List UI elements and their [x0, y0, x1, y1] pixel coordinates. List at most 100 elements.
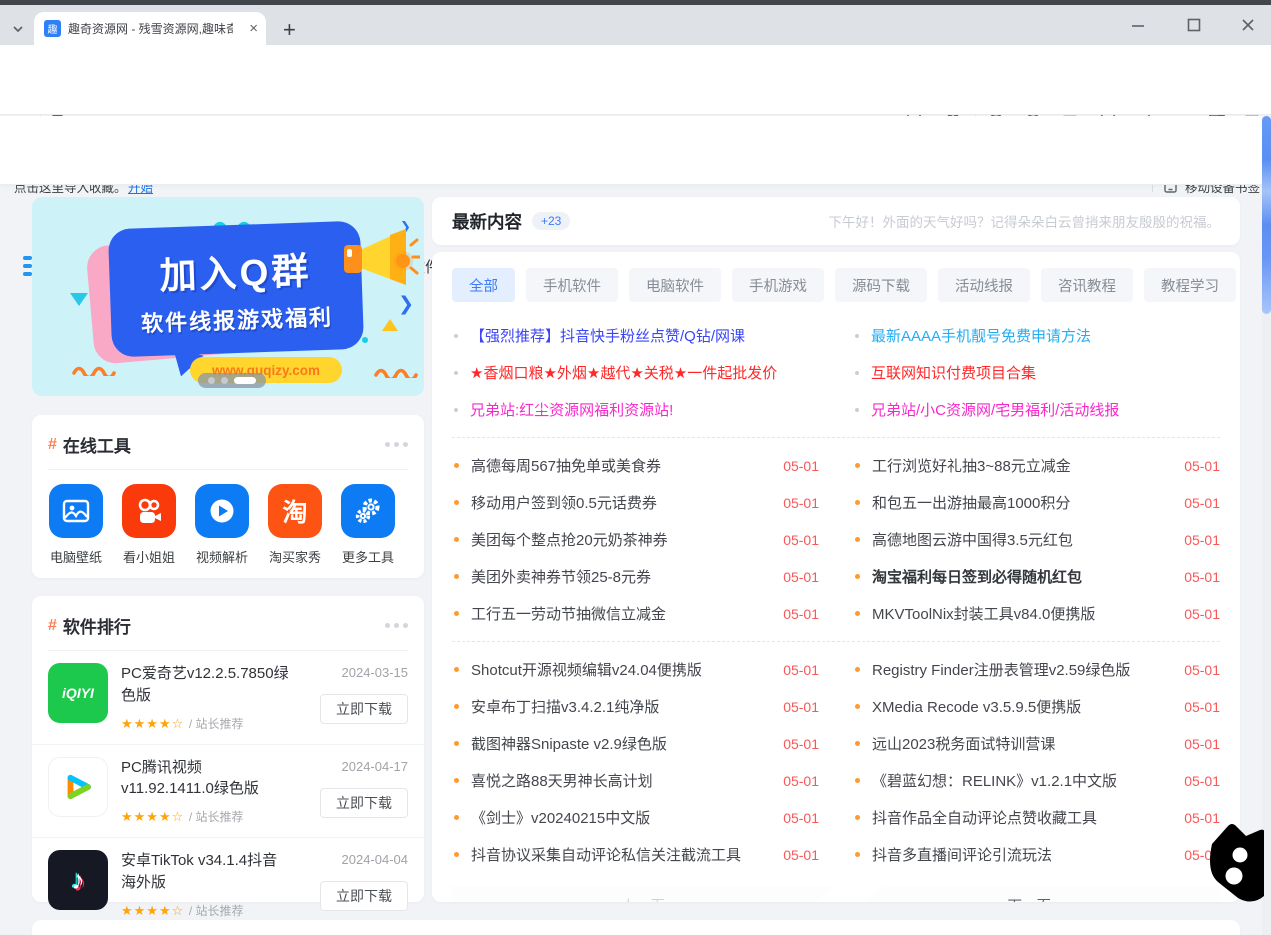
- article-row[interactable]: 移动用户签到领0.5元话费券05-01: [452, 484, 819, 521]
- article-row[interactable]: 美团每个整点抢20元奶茶神券05-01: [452, 521, 819, 558]
- article-title: 高德地图云游中国得3.5元红包: [872, 529, 1170, 550]
- ranking-row[interactable]: iQIYIPC爱奇艺v12.2.5.7850绿色版★★★★☆ / 站长推荐202…: [32, 651, 424, 745]
- page-scrollbar-thumb[interactable]: [1262, 116, 1271, 314]
- article-row[interactable]: 抖音协议采集自动评论私信关注截流工具05-01: [452, 836, 819, 873]
- tab-2[interactable]: 手机软件: [526, 268, 618, 302]
- featured-link-1[interactable]: 【强烈推荐】抖音快手粉丝点赞/Q钻/网课: [452, 317, 819, 354]
- article-row[interactable]: 喜悦之路88天男神长高计划05-01: [452, 762, 819, 799]
- banner-subtitle: 软件线报游戏福利: [141, 300, 334, 339]
- article-date: 05-01: [1184, 532, 1220, 548]
- tool-label: 电脑壁纸: [50, 547, 102, 566]
- article-date: 05-01: [1184, 773, 1220, 789]
- bullet-dot: [454, 741, 459, 746]
- app-rating: ★★★★☆ / 站长推荐: [121, 902, 289, 919]
- close-button[interactable]: [1238, 15, 1258, 35]
- next-page-button[interactable]: 下一页: [839, 886, 1221, 902]
- ranking-row[interactable]: ♪安卓TikTok v34.1.4抖音海外版★★★★☆ / 站长推荐2024-0…: [32, 838, 424, 931]
- article-row[interactable]: 远山2023税务面试特训营课05-01: [853, 725, 1220, 762]
- banner-title: 加入Q群: [159, 240, 313, 299]
- bullet-dot: [454, 704, 459, 709]
- app-name: PC爱奇艺v12.2.5.7850绿色版: [121, 663, 289, 707]
- tool-5[interactable]: 更多工具: [340, 484, 396, 566]
- article-row[interactable]: XMedia Recode v3.5.9.5便携版05-01: [853, 688, 1220, 725]
- more-dots-icon[interactable]: [385, 442, 408, 447]
- article-row[interactable]: 《剑士》v20240215中文版05-01: [452, 799, 819, 836]
- tab-8[interactable]: 教程学习: [1144, 268, 1236, 302]
- browser-tab[interactable]: 趣 趣奇资源网 - 残雪资源网,趣味奇 ×: [34, 12, 266, 45]
- bullet-dot: [454, 500, 459, 505]
- minimize-button[interactable]: [1128, 15, 1148, 35]
- bullet-dot: [855, 815, 860, 820]
- tool-4[interactable]: 淘淘买家秀: [267, 484, 323, 566]
- tool-3[interactable]: 视频解析: [194, 484, 250, 566]
- bullet-dot: [454, 778, 459, 783]
- bullet-dot: [454, 463, 459, 468]
- new-count-badge: +23: [532, 212, 570, 230]
- article-row[interactable]: 工行五一劳动节抽微信立减金05-01: [452, 595, 819, 632]
- article-row[interactable]: 抖音多直播间评论引流玩法05-01: [853, 836, 1220, 873]
- article-row[interactable]: 高德每周567抽免单或美食券05-01: [452, 447, 819, 484]
- featured-link-3[interactable]: ★香烟口粮★外烟★越代★关税★一件起批发价: [452, 354, 819, 391]
- ranking-row[interactable]: PC腾讯视频v11.92.1411.0绿色版★★★★☆ / 站长推荐2024-0…: [32, 745, 424, 839]
- article-title: 喜悦之路88天男神长高计划: [471, 770, 769, 791]
- maximize-button[interactable]: [1184, 15, 1204, 35]
- tab-1[interactable]: 全部: [452, 268, 515, 302]
- article-row[interactable]: Registry Finder注册表管理v2.59绿色版05-01: [853, 651, 1220, 688]
- new-tab-button[interactable]: +: [283, 17, 296, 43]
- article-row[interactable]: 和包五一出游抽最高1000积分05-01: [853, 484, 1220, 521]
- article-row[interactable]: Shotcut开源视频编辑v24.04便携版05-01: [452, 651, 819, 688]
- iqiyi-app-icon: iQIYI: [48, 663, 108, 723]
- article-row[interactable]: 《碧蓝幻想：RELINK》v1.2.1中文版 05-01: [853, 762, 1220, 799]
- article-title: 工行五一劳动节抽微信立减金: [471, 603, 769, 624]
- article-date: 05-01: [783, 699, 819, 715]
- download-now-button[interactable]: 立即下载: [320, 881, 408, 911]
- kuaishou-icon: [122, 484, 176, 538]
- more-dots-icon[interactable]: [385, 623, 408, 628]
- tab-6[interactable]: 活动线报: [938, 268, 1030, 302]
- article-date: 05-01: [783, 495, 819, 511]
- tab-5[interactable]: 源码下载: [835, 268, 927, 302]
- featured-link-6[interactable]: 兄弟站/小C资源网/宅男福利/活动线报: [853, 391, 1220, 428]
- tab-close-icon[interactable]: ×: [249, 21, 258, 36]
- prev-page-button[interactable]: 上一页: [452, 886, 835, 902]
- tool-2[interactable]: 看小姐姐: [121, 484, 177, 566]
- article-row[interactable]: 工行浏览好礼抽3~88元立减金05-01: [853, 447, 1220, 484]
- article-list-2: Shotcut开源视频编辑v24.04便携版05-01安卓布丁扫描v3.4.2.…: [452, 651, 1220, 873]
- download-now-button[interactable]: 立即下载: [320, 694, 408, 724]
- featured-link-4[interactable]: 互联网知识付费项目合集: [853, 354, 1220, 391]
- article-title: 抖音多直播间评论引流玩法: [872, 844, 1170, 865]
- cat-widget[interactable]: [1202, 810, 1264, 908]
- article-row[interactable]: 抖音作品全自动评论点赞收藏工具05-01: [853, 799, 1220, 836]
- article-date: 05-01: [1184, 458, 1220, 474]
- article-row[interactable]: 截图神器Snipaste v2.9绿色版05-01: [452, 725, 819, 762]
- carousel-dots[interactable]: [198, 373, 266, 388]
- app-rating: ★★★★☆ / 站长推荐: [121, 808, 289, 825]
- article-date: 05-01: [1184, 569, 1220, 585]
- article-title: Registry Finder注册表管理v2.59绿色版: [872, 659, 1170, 680]
- bullet-dot: [855, 778, 860, 783]
- tab-search-chevron-icon[interactable]: [8, 19, 28, 39]
- article-row[interactable]: 美团外卖神券节领25-8元券05-01: [452, 558, 819, 595]
- tab-4[interactable]: 手机游戏: [732, 268, 824, 302]
- article-row[interactable]: 淘宝福利每日签到必得随机红包05-01: [853, 558, 1220, 595]
- tool-1[interactable]: 电脑壁纸: [48, 484, 104, 566]
- article-row[interactable]: 高德地图云游中国得3.5元红包 05-01: [853, 521, 1220, 558]
- article-row[interactable]: 安卓布丁扫描v3.4.2.1纯净版05-01: [452, 688, 819, 725]
- article-date: 05-01: [783, 847, 819, 863]
- article-date: 05-01: [1184, 736, 1220, 752]
- promo-banner-carousel[interactable]: ❯ ❯ 加入Q群 软件线报游戏福利 www.quqizy.com ❯: [32, 197, 424, 396]
- featured-link-2[interactable]: 最新AAAA手机靓号免费申请方法: [853, 317, 1220, 354]
- latest-content-header: 最新内容 +23 下午好！外面的天气好吗？记得朵朵白云曾捎来朋友殷殷的祝福。: [432, 197, 1240, 245]
- tab-3[interactable]: 电脑软件: [629, 268, 721, 302]
- tab-7[interactable]: 咨讯教程: [1041, 268, 1133, 302]
- article-row[interactable]: MKVToolNix封装工具v84.0便携版05-01: [853, 595, 1220, 632]
- tencent-app-icon: [48, 757, 108, 817]
- featured-link-5[interactable]: 兄弟站:红尘资源网福利资源站!: [452, 391, 819, 428]
- featured-link-text: 兄弟站:红尘资源网福利资源站!: [470, 399, 673, 420]
- download-now-button[interactable]: 立即下载: [320, 788, 408, 818]
- article-title: 《碧蓝幻想：RELINK》v1.2.1中文版: [872, 770, 1170, 791]
- ranking-title: 软件排行: [63, 613, 131, 638]
- carousel-next-arrow[interactable]: ❯: [398, 293, 414, 316]
- bullet-dot: [454, 667, 459, 672]
- bullet-dot: [454, 611, 459, 616]
